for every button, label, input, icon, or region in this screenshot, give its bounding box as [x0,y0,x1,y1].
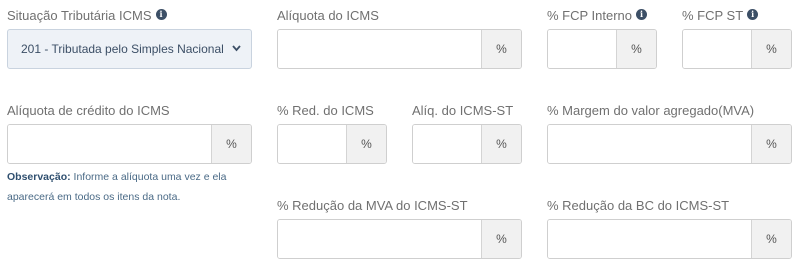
margem-mva-input[interactable] [548,125,751,163]
red-icms-label: % Red. do ICMS [277,103,374,118]
aliquota-credito-label: Alíquota de crédito do ICMS [7,103,170,118]
percent-addon: % [751,30,791,68]
observacao-note: Observação: Informe a alíquota uma vez e… [7,167,257,207]
percent-addon: % [481,125,521,163]
situacao-tributaria-value: 201 - Tributada pelo Simples Nacional [21,42,224,56]
percent-addon: % [616,30,656,68]
fcp-interno-input[interactable] [548,30,616,68]
fcp-interno-label: % FCP Interno i [547,8,648,24]
aliq-icms-st-label: Alíq. do ICMS-ST [412,103,514,118]
situacao-tributaria-select[interactable]: 201 - Tributada pelo Simples Nacional [7,29,252,69]
chevron-down-icon [231,43,241,53]
percent-addon: % [751,125,791,163]
percent-addon: % [481,220,521,258]
info-icon[interactable]: i [155,8,167,20]
info-icon[interactable]: i [636,8,648,20]
percent-addon: % [346,125,386,163]
aliquota-credito-input[interactable] [8,125,211,163]
fcp-st-input[interactable] [683,30,751,68]
percent-addon: % [481,30,521,68]
info-icon[interactable]: i [747,8,759,20]
margem-mva-group: % [547,124,792,164]
reducao-mva-st-label: % Redução da MVA do ICMS-ST [277,198,468,213]
fcp-st-label: % FCP ST i [682,8,759,24]
red-icms-input[interactable] [278,125,346,163]
situacao-tributaria-label: Situação Tributária ICMS i [7,8,167,24]
fcp-st-group: % [682,29,792,69]
aliquota-icms-label: Alíquota do ICMS [277,8,379,23]
reducao-bc-st-input[interactable] [548,220,751,258]
percent-addon: % [751,220,791,258]
fcp-interno-group: % [547,29,657,69]
reducao-bc-st-label: % Redução da BC do ICMS-ST [547,198,730,213]
aliquota-icms-group: % [277,29,522,69]
observacao-title: Observação: [7,171,71,183]
aliq-icms-st-group: % [412,124,522,164]
aliquota-icms-input[interactable] [278,30,481,68]
percent-addon: % [211,125,251,163]
reducao-mva-st-input[interactable] [278,220,481,258]
margem-mva-label: % Margem do valor agregado(MVA) [547,103,755,118]
reducao-mva-st-group: % [277,219,522,259]
red-icms-group: % [277,124,387,164]
aliquota-credito-group: % [7,124,252,164]
reducao-bc-st-group: % [547,219,792,259]
aliq-icms-st-input[interactable] [413,125,481,163]
